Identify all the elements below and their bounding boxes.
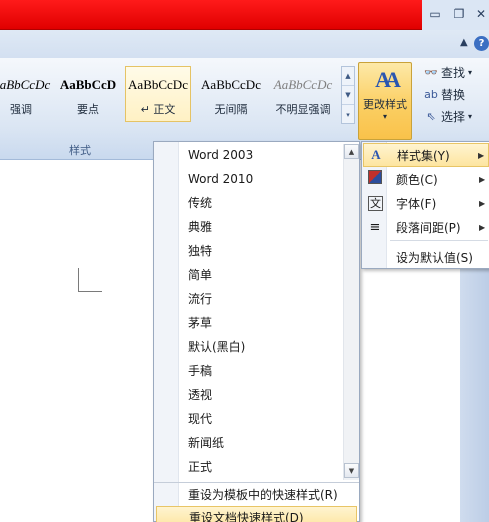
- style-set-item[interactable]: 新闻纸: [188, 431, 338, 455]
- style-name: 不明显强调: [275, 103, 331, 116]
- style-tile-subtle-emphasis[interactable]: AaBbCcDc 不明显强调: [270, 66, 336, 122]
- restore-button[interactable]: ❐: [450, 6, 468, 22]
- styles-group-label: 样式: [69, 144, 91, 157]
- submenu-arrow-icon: ▶: [479, 222, 486, 232]
- style-set-item[interactable]: 透视: [188, 383, 338, 407]
- gallery-up-icon[interactable]: ▲: [342, 67, 354, 86]
- style-set-item[interactable]: 正式: [188, 455, 338, 479]
- menu-item-paragraph-spacing[interactable]: ≡ 段落间距(P) ▶: [363, 215, 489, 239]
- menu-item-label: 字体(F): [396, 196, 437, 211]
- fonts-icon: 文: [368, 195, 383, 211]
- style-name: 无间隔: [214, 103, 248, 116]
- style-set-item[interactable]: 传统: [188, 191, 338, 215]
- style-set-item[interactable]: Word 2010: [188, 167, 338, 191]
- style-sample: AaBbCcDc: [201, 77, 261, 92]
- title-bar: ▭ ❐ ✕: [0, 0, 489, 30]
- submenu-arrow-icon: ▶: [478, 150, 485, 160]
- menu-item-fonts[interactable]: 文 字体(F) ▶: [363, 191, 489, 215]
- style-set-item[interactable]: 茅草: [188, 311, 338, 335]
- select-button[interactable]: ⇖ 选择 ▾: [424, 106, 472, 126]
- minimize-icon: ▭: [429, 7, 441, 21]
- gallery-more-icon[interactable]: ▾: [342, 105, 354, 124]
- style-set-item[interactable]: 手稿: [188, 359, 338, 383]
- close-icon: ✕: [475, 7, 487, 21]
- style-sample: AaBbCcDc: [128, 77, 188, 92]
- change-styles-label: 更改样式: [363, 98, 407, 111]
- cursor-select-icon: ⇖: [426, 109, 436, 123]
- menu-item-label: 段落间距(P): [396, 220, 461, 235]
- reset-document-quick-styles[interactable]: 重设文档快速样式(D): [156, 506, 357, 522]
- style-set-scrollbar[interactable]: ▲ ▼: [343, 144, 359, 480]
- paragraph-spacing-icon: ≡: [369, 219, 381, 235]
- menu-item-label: 样式集(Y): [397, 148, 450, 163]
- style-sample: AaBbCcD: [59, 77, 117, 92]
- style-set-icon: A: [371, 147, 381, 162]
- style-tile-emphasis[interactable]: AaBbCcDc 强调: [0, 66, 54, 122]
- scroll-down-icon[interactable]: ▼: [344, 463, 359, 478]
- style-set-item[interactable]: 独特: [188, 239, 338, 263]
- style-name: 强调: [10, 103, 32, 116]
- replace-label: 替换: [441, 87, 466, 102]
- color-palette-icon: [363, 170, 387, 188]
- style-set-item[interactable]: 现代: [188, 407, 338, 431]
- style-set-item[interactable]: 简单: [188, 263, 338, 287]
- style-sample: AaBbCcDc: [0, 77, 51, 92]
- style-tile-strong[interactable]: AaBbCcD 要点: [55, 66, 121, 122]
- style-name: 要点: [77, 103, 99, 116]
- style-set-item[interactable]: 典雅: [188, 215, 338, 239]
- change-styles-menu: A 样式集(Y) ▶ 颜色(C) ▶ 文 字体(F) ▶ ≡ 段落间距(P) ▶…: [361, 141, 489, 269]
- find-button[interactable]: 👓 查找 ▾: [424, 62, 472, 82]
- menu-item-style-set[interactable]: A 样式集(Y) ▶: [363, 143, 489, 167]
- style-set-item[interactable]: 流行: [188, 287, 338, 311]
- binoculars-icon: 👓: [424, 65, 438, 79]
- change-styles-icon: AA: [375, 67, 401, 92]
- text-margin-corner-mark: [78, 268, 102, 292]
- help-icon[interactable]: ?: [474, 36, 489, 51]
- reset-template-quick-styles[interactable]: 重设为模板中的快速样式(R): [188, 484, 358, 506]
- gallery-down-icon[interactable]: ▼: [342, 86, 354, 105]
- replace-icon: ab: [424, 87, 438, 101]
- style-set-submenu: Word 2003 Word 2010 传统 典雅 独特 简单 流行 茅草 默认…: [153, 141, 360, 522]
- ribbon-tab-bar: ▲ ?: [0, 30, 489, 58]
- title-bar-highlight: [0, 0, 422, 30]
- style-tile-no-spacing[interactable]: AaBbCcDc 无间隔: [198, 66, 264, 122]
- style-gallery-scroll[interactable]: ▲ ▼ ▾: [341, 66, 355, 124]
- menu-separator: [154, 482, 359, 483]
- menu-item-label: 颜色(C): [396, 172, 438, 187]
- style-tile-normal[interactable]: AaBbCcDc ↵ 正文: [125, 66, 191, 122]
- replace-button[interactable]: ab 替换: [424, 84, 465, 104]
- menu-item-set-as-default[interactable]: 设为默认值(S): [363, 245, 489, 269]
- select-label: 选择: [441, 109, 466, 124]
- menu-item-label: 设为默认值(S): [396, 250, 473, 265]
- minimize-button[interactable]: ▭: [426, 6, 444, 22]
- style-sample: AaBbCcDc: [273, 77, 333, 92]
- find-label: 查找: [441, 65, 466, 80]
- style-set-item[interactable]: 默认(黑白): [188, 335, 338, 359]
- find-dropdown-icon: ▾: [468, 67, 473, 77]
- select-dropdown-icon: ▾: [468, 111, 473, 121]
- change-styles-button[interactable]: AA 更改样式 ▾: [358, 62, 412, 140]
- close-button[interactable]: ✕: [472, 6, 489, 22]
- style-set-item[interactable]: Word 2003: [188, 143, 338, 167]
- restore-icon: ❐: [453, 7, 465, 21]
- collapse-ribbon-icon[interactable]: ▲: [460, 37, 468, 48]
- submenu-arrow-icon: ▶: [479, 198, 486, 208]
- menu-item-colors[interactable]: 颜色(C) ▶: [363, 167, 489, 191]
- style-name: ↵ 正文: [140, 103, 176, 116]
- submenu-arrow-icon: ▶: [479, 174, 486, 184]
- menu-gutter: [154, 142, 179, 521]
- menu-separator: [390, 240, 488, 241]
- chevron-down-icon: ▾: [382, 112, 387, 121]
- scroll-up-icon[interactable]: ▲: [344, 144, 359, 159]
